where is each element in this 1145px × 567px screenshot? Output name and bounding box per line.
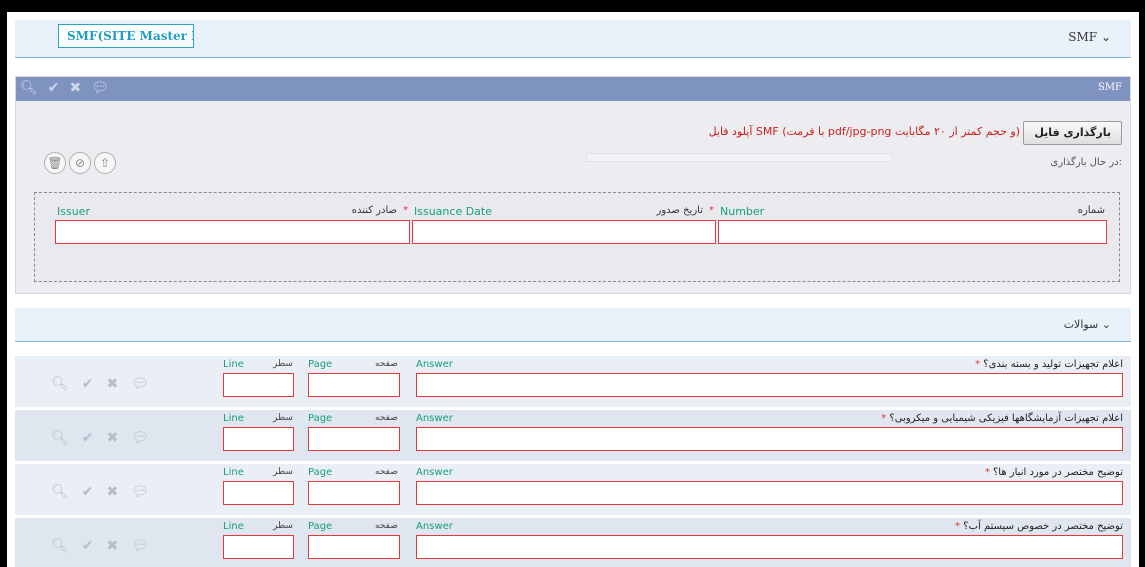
line-label-fa: سطر: [273, 521, 293, 531]
page-input[interactable]: [308, 373, 400, 397]
search-icon[interactable]: 🔍︎: [20, 80, 38, 96]
questions-title: سوالات ⌄: [1063, 318, 1111, 331]
check-icon[interactable]: ✔: [48, 80, 60, 96]
page-label-fa: صفحه: [375, 521, 398, 531]
panel-toolbar: 🔍︎ ✔ ✖ 💬︎ SMF: [16, 77, 1130, 101]
page-label: Page: [308, 413, 333, 424]
check-icon[interactable]: ✔: [82, 376, 94, 392]
page-label: Page: [308, 521, 333, 532]
answer-input[interactable]: [416, 535, 1123, 559]
page-label-fa: صفحه: [375, 359, 398, 369]
search-icon[interactable]: 🔍︎: [51, 430, 69, 446]
upload-note: آپلود فایل SMF (با فرمت pdf/jpg-png و حج…: [708, 125, 1020, 138]
number-label-fa: شماره: [1077, 205, 1105, 216]
line-input[interactable]: [223, 481, 294, 505]
comment-icon[interactable]: 💬︎: [131, 376, 149, 392]
line-input[interactable]: [223, 535, 294, 559]
issuance-date-label-fa: تاریخ صدور *: [656, 205, 714, 216]
cancel-icon[interactable]: ⊘: [69, 152, 91, 174]
number-label-en: Number: [720, 205, 765, 218]
upload-progress-bar: [586, 153, 892, 162]
upload-icon[interactable]: ⇧: [94, 152, 116, 174]
comment-icon[interactable]: 💬︎: [131, 538, 149, 554]
page-input[interactable]: [308, 535, 400, 559]
line-input[interactable]: [223, 427, 294, 451]
comment-icon[interactable]: 💬︎: [131, 430, 149, 446]
page-input[interactable]: [308, 481, 400, 505]
page-label: Page: [308, 467, 333, 478]
issuer-input[interactable]: [55, 220, 410, 244]
check-icon[interactable]: ✔: [82, 538, 94, 554]
check-icon[interactable]: ✔: [82, 430, 94, 446]
page-label: Page: [308, 359, 333, 370]
file-actions: 🗑︎ ⊘ ⇧: [44, 152, 116, 174]
smf-dropdown[interactable]: SMF ⌄: [1068, 30, 1111, 44]
close-icon[interactable]: ✖: [107, 430, 119, 446]
panel-title: SMF: [1097, 82, 1122, 93]
answer-input[interactable]: [416, 481, 1123, 505]
page: SMF(SITE Master File SMF ⌄ 🔍︎ ✔ ✖ 💬︎ SMF…: [7, 12, 1139, 567]
search-icon[interactable]: 🔍︎: [51, 538, 69, 554]
page-label-fa: صفحه: [375, 413, 398, 423]
line-label: Line: [223, 413, 244, 424]
line-label: Line: [223, 521, 244, 532]
question-text: * اعلام تجهیزات آزمایشگاهها فیزیکی شیمیا…: [881, 413, 1123, 424]
question-text: * توضیح مختصر در خصوص سیستم آب؟: [955, 521, 1123, 532]
close-icon[interactable]: ✖: [107, 538, 119, 554]
issuer-label-fa: صادر کننده *: [351, 205, 408, 216]
comment-icon[interactable]: 💬︎: [131, 484, 149, 500]
answer-label: Answer: [416, 521, 453, 532]
question-row: 🔍︎ ✔ ✖ 💬︎ Line سطر Page صفحه Answer * توضیح مختصر…: [15, 464, 1131, 515]
questions-section-header[interactable]: سوالات ⌄: [15, 308, 1131, 342]
line-label-fa: سطر: [273, 359, 293, 369]
window-frame-top: [0, 0, 1145, 12]
smf-form: Issuer صادر کننده * Issuance Date تاریخ ص…: [34, 192, 1120, 282]
trash-icon[interactable]: 🗑︎: [44, 152, 66, 174]
comment-icon[interactable]: 💬︎: [91, 80, 109, 96]
line-label: Line: [223, 359, 244, 370]
search-icon[interactable]: 🔍︎: [51, 376, 69, 392]
page-input[interactable]: [308, 427, 400, 451]
answer-label: Answer: [416, 359, 453, 370]
line-input[interactable]: [223, 373, 294, 397]
answer-input[interactable]: [416, 427, 1123, 451]
search-icon[interactable]: 🔍︎: [51, 484, 69, 500]
answer-label: Answer: [416, 467, 453, 478]
line-label: Line: [223, 467, 244, 478]
issuer-label-en: Issuer: [57, 205, 90, 218]
check-icon[interactable]: ✔: [82, 484, 94, 500]
close-icon[interactable]: ✖: [107, 376, 119, 392]
question-text: * توضیح مختصر در مورد انبار ها؟: [984, 467, 1123, 478]
number-input[interactable]: [718, 220, 1107, 244]
smf-tab[interactable]: SMF(SITE Master File: [58, 24, 194, 48]
top-header: SMF(SITE Master File SMF ⌄: [15, 20, 1131, 58]
line-label-fa: سطر: [273, 467, 293, 477]
page-label-fa: صفحه: [375, 467, 398, 477]
answer-label: Answer: [416, 413, 453, 424]
issuance-date-label-en: Issuance Date: [414, 205, 492, 218]
window-frame-left: [0, 0, 7, 567]
issuance-date-input[interactable]: [412, 220, 716, 244]
question-row: 🔍︎ ✔ ✖ 💬︎ Line سطر Page صفحه Answer * اعلام تجهیز…: [15, 410, 1131, 461]
answer-input[interactable]: [416, 373, 1123, 397]
close-icon[interactable]: ✖: [107, 484, 119, 500]
upload-status-label: در حال بارگذاری:: [1050, 157, 1122, 168]
window-frame-right: [1139, 0, 1145, 567]
line-label-fa: سطر: [273, 413, 293, 423]
question-text: * اعلام تجهیزات تولید و بسته بندی؟: [975, 359, 1123, 370]
question-row: 🔍︎ ✔ ✖ 💬︎ Line سطر Page صفحه Answer * توضیح مختصر…: [15, 518, 1131, 567]
close-icon[interactable]: ✖: [70, 80, 82, 96]
question-row: 🔍︎ ✔ ✖ 💬︎ Line سطر Page صفحه Answer * اعلام تجهیز…: [15, 356, 1131, 407]
upload-file-button[interactable]: بارگذاری فایل: [1023, 121, 1122, 145]
smf-panel: 🔍︎ ✔ ✖ 💬︎ SMF بارگذاری فایل آپلود فایل S…: [15, 76, 1131, 294]
